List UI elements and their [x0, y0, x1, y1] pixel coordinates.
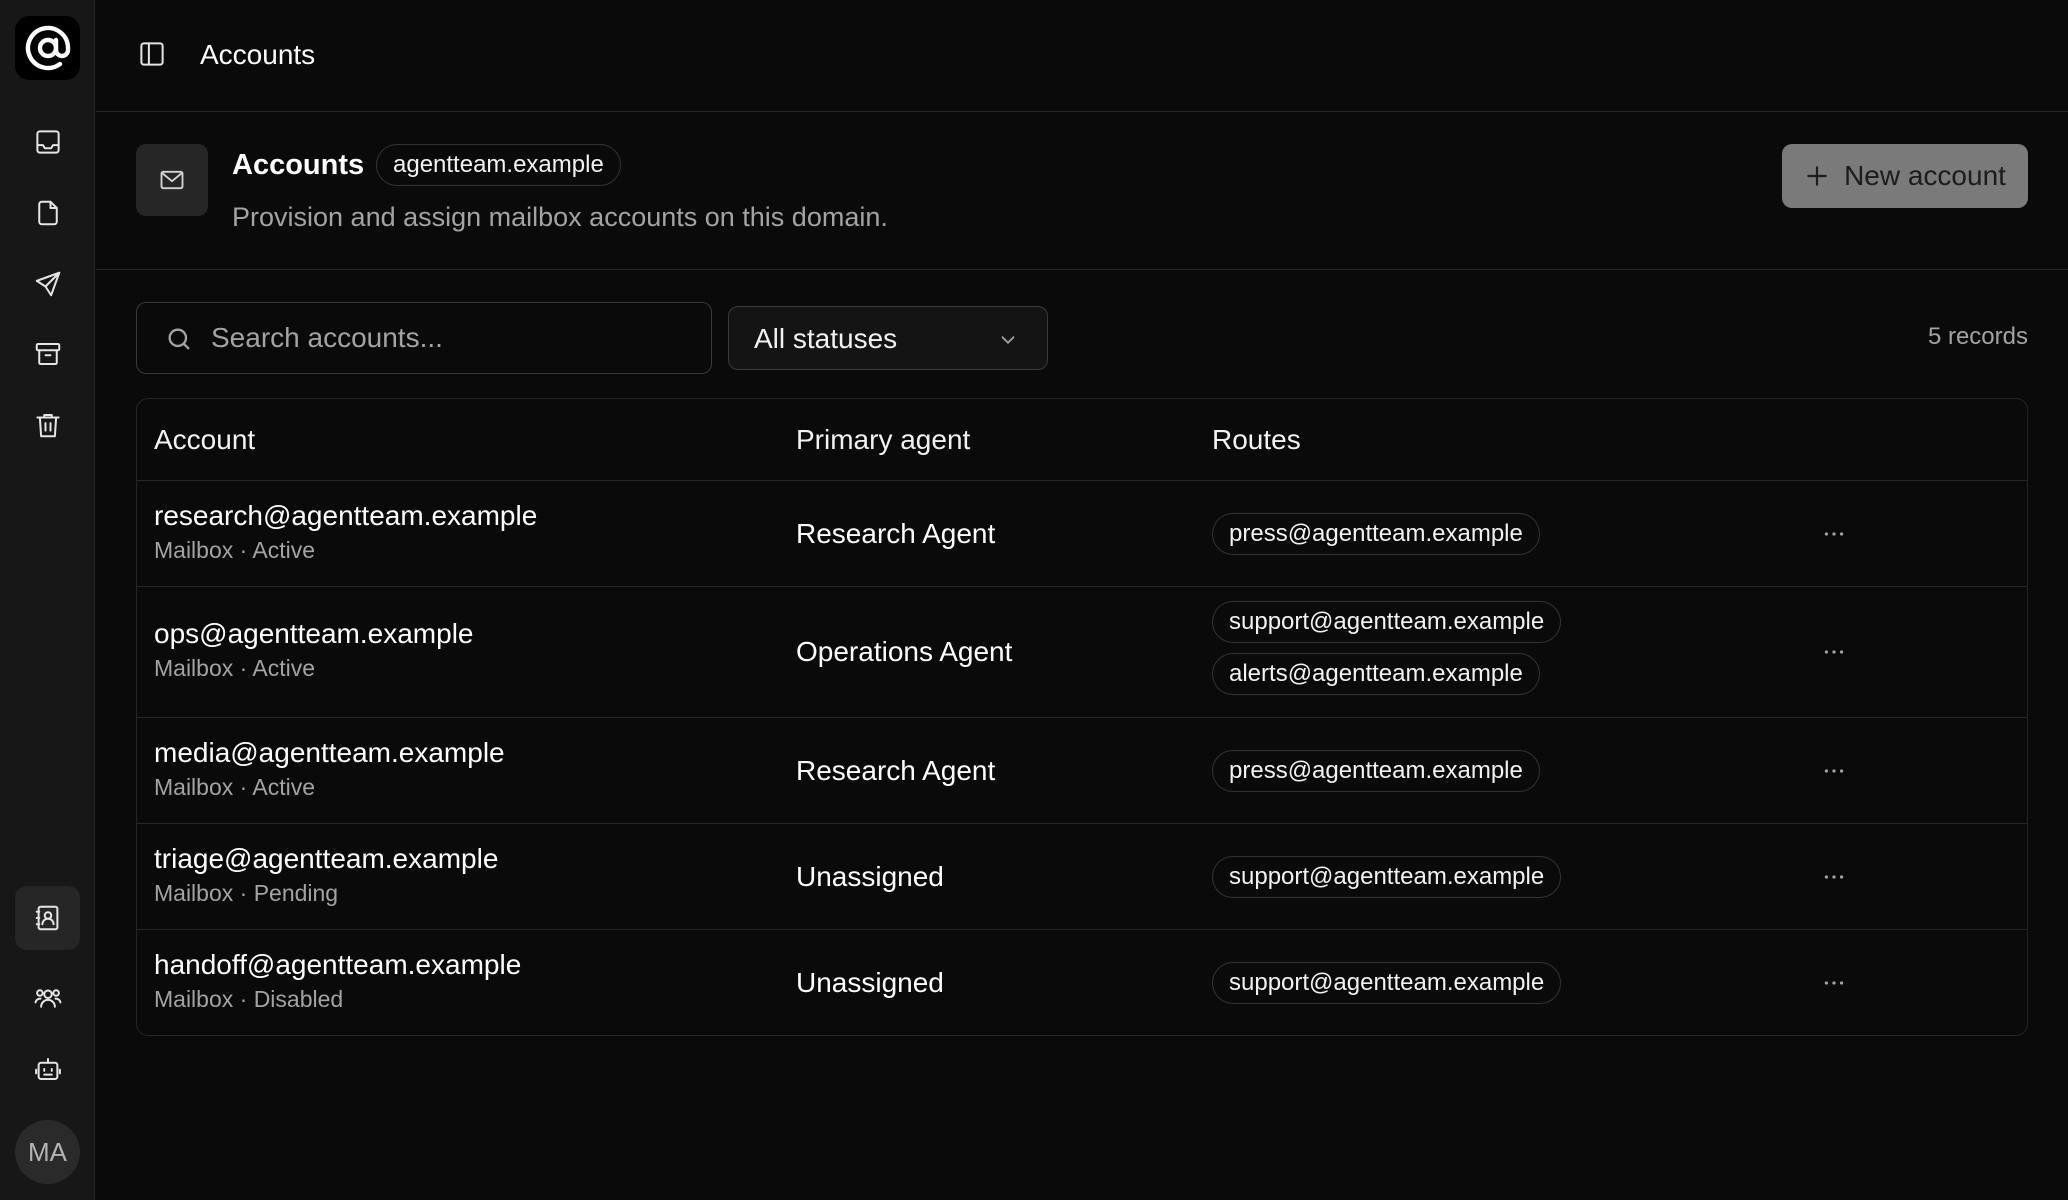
column-header-routes: Routes — [1212, 424, 1301, 455]
primary-agent: Operations Agent — [796, 636, 1013, 667]
records-count: 5 records — [1927, 323, 2028, 350]
account-meta: Mailbox · Active — [154, 655, 316, 681]
account-cell: ops@agentteam.example Mailbox · Active — [154, 617, 474, 683]
row-actions-button[interactable] — [1817, 754, 1851, 788]
table-header: Account Primary agent Routes — [137, 399, 2027, 481]
table-row[interactable]: ops@agentteam.example Mailbox · Active O… — [137, 587, 2027, 718]
table-row[interactable]: media@agentteam.example Mailbox · Active… — [137, 718, 2027, 824]
nav-team[interactable] — [15, 966, 80, 1030]
account-email: handoff@agentteam.example — [154, 949, 522, 980]
nav-accounts[interactable] — [15, 886, 80, 950]
bot-icon — [34, 1058, 61, 1080]
table-row[interactable]: triage@agentteam.example Mailbox · Pendi… — [137, 824, 2027, 930]
search-box — [136, 302, 712, 374]
account-meta: Mailbox · Active — [154, 537, 316, 563]
account-cell: research@agentteam.example Mailbox · Act… — [154, 499, 537, 565]
account-meta: Mailbox · Active — [154, 774, 316, 800]
primary-agent: Unassigned — [796, 967, 944, 998]
route-badge: support@agentteam.example — [1212, 601, 1562, 643]
account-email: triage@agentteam.example — [154, 843, 499, 874]
routes-cell: support@agentteam.example alerts@agentte… — [1212, 601, 1562, 695]
route-badge: alerts@agentteam.example — [1212, 653, 1540, 695]
route-badge: support@agentteam.example — [1212, 962, 1562, 1004]
chevron-down-icon — [1001, 336, 1015, 344]
sidebar-toggle-button[interactable] — [136, 38, 168, 70]
sidebar: MA — [0, 0, 95, 1200]
column-header-account: Account — [154, 424, 256, 455]
more-horizontal-icon — [1824, 875, 1844, 879]
nav-archive[interactable] — [15, 322, 80, 386]
primary-agent: Research Agent — [796, 518, 996, 549]
more-horizontal-icon — [1824, 650, 1844, 654]
at-sign-icon[interactable] — [15, 16, 80, 80]
user-avatar[interactable]: MA — [15, 1120, 80, 1184]
table-row[interactable]: research@agentteam.example Mailbox · Act… — [137, 481, 2027, 587]
column-header-primary-agent: Primary agent — [796, 424, 971, 455]
send-icon — [35, 271, 60, 297]
page-title: Accounts — [232, 149, 365, 181]
inbox-icon — [35, 130, 60, 154]
search-input[interactable] — [211, 303, 691, 373]
accounts-table: Account Primary agent Routes research@ag… — [136, 398, 2028, 1036]
users-icon — [34, 989, 61, 1008]
file-icon — [37, 200, 58, 226]
mail-icon — [136, 144, 208, 216]
primary-agent: Research Agent — [796, 755, 996, 786]
search-icon — [168, 328, 190, 350]
domain-badge: agentteam.example — [376, 144, 621, 186]
nav-inbox[interactable] — [15, 110, 80, 174]
archive-icon — [35, 343, 60, 365]
status-filter-value: All statuses — [754, 323, 898, 354]
nav-agents[interactable] — [15, 1037, 80, 1101]
row-actions-button[interactable] — [1817, 966, 1851, 1000]
more-horizontal-icon — [1824, 981, 1844, 985]
contacts-icon — [35, 905, 58, 931]
primary-agent: Unassigned — [796, 861, 944, 892]
routes-cell: support@agentteam.example — [1212, 962, 1562, 1004]
topbar: Accounts — [96, 0, 2068, 112]
nav-drafts[interactable] — [15, 181, 80, 245]
account-cell: media@agentteam.example Mailbox · Active — [154, 736, 505, 802]
page-subtitle: Provision and assign mailbox accounts on… — [232, 202, 888, 232]
account-email: research@agentteam.example — [154, 500, 538, 531]
account-email: media@agentteam.example — [154, 737, 505, 768]
more-horizontal-icon — [1824, 532, 1844, 536]
plus-icon — [1807, 166, 1827, 186]
account-cell: handoff@agentteam.example Mailbox · Disa… — [154, 948, 521, 1014]
status-filter-select[interactable]: All statuses — [728, 306, 1048, 370]
route-badge: press@agentteam.example — [1212, 750, 1540, 792]
routes-cell: press@agentteam.example — [1212, 750, 1540, 792]
route-badge: support@agentteam.example — [1212, 856, 1562, 898]
row-actions-button[interactable] — [1817, 635, 1851, 669]
nav-trash[interactable] — [15, 393, 80, 457]
account-meta: Mailbox · Pending — [154, 880, 339, 906]
routes-cell: press@agentteam.example — [1212, 513, 1540, 555]
account-meta: Mailbox · Disabled — [154, 986, 344, 1012]
route-badge: press@agentteam.example — [1212, 513, 1540, 555]
row-actions-button[interactable] — [1817, 517, 1851, 551]
more-horizontal-icon — [1824, 769, 1844, 773]
new-account-label: New account — [1844, 160, 2006, 191]
app-root: MA Accounts Accounts agentteam.example P… — [0, 0, 2068, 1200]
table-row[interactable]: handoff@agentteam.example Mailbox · Disa… — [137, 930, 2027, 1035]
routes-cell: support@agentteam.example — [1212, 856, 1562, 898]
account-email: ops@agentteam.example — [154, 618, 474, 649]
trash-icon — [35, 414, 60, 438]
account-cell: triage@agentteam.example Mailbox · Pendi… — [154, 842, 498, 908]
sidebar-toggle-icon — [140, 42, 164, 66]
nav-sent[interactable] — [15, 252, 80, 316]
new-account-button[interactable]: New account — [1782, 144, 2028, 208]
row-actions-button[interactable] — [1817, 860, 1851, 894]
page-header: Accounts agentteam.example Provision and… — [96, 112, 2068, 270]
breadcrumb-title: Accounts — [200, 39, 316, 70]
